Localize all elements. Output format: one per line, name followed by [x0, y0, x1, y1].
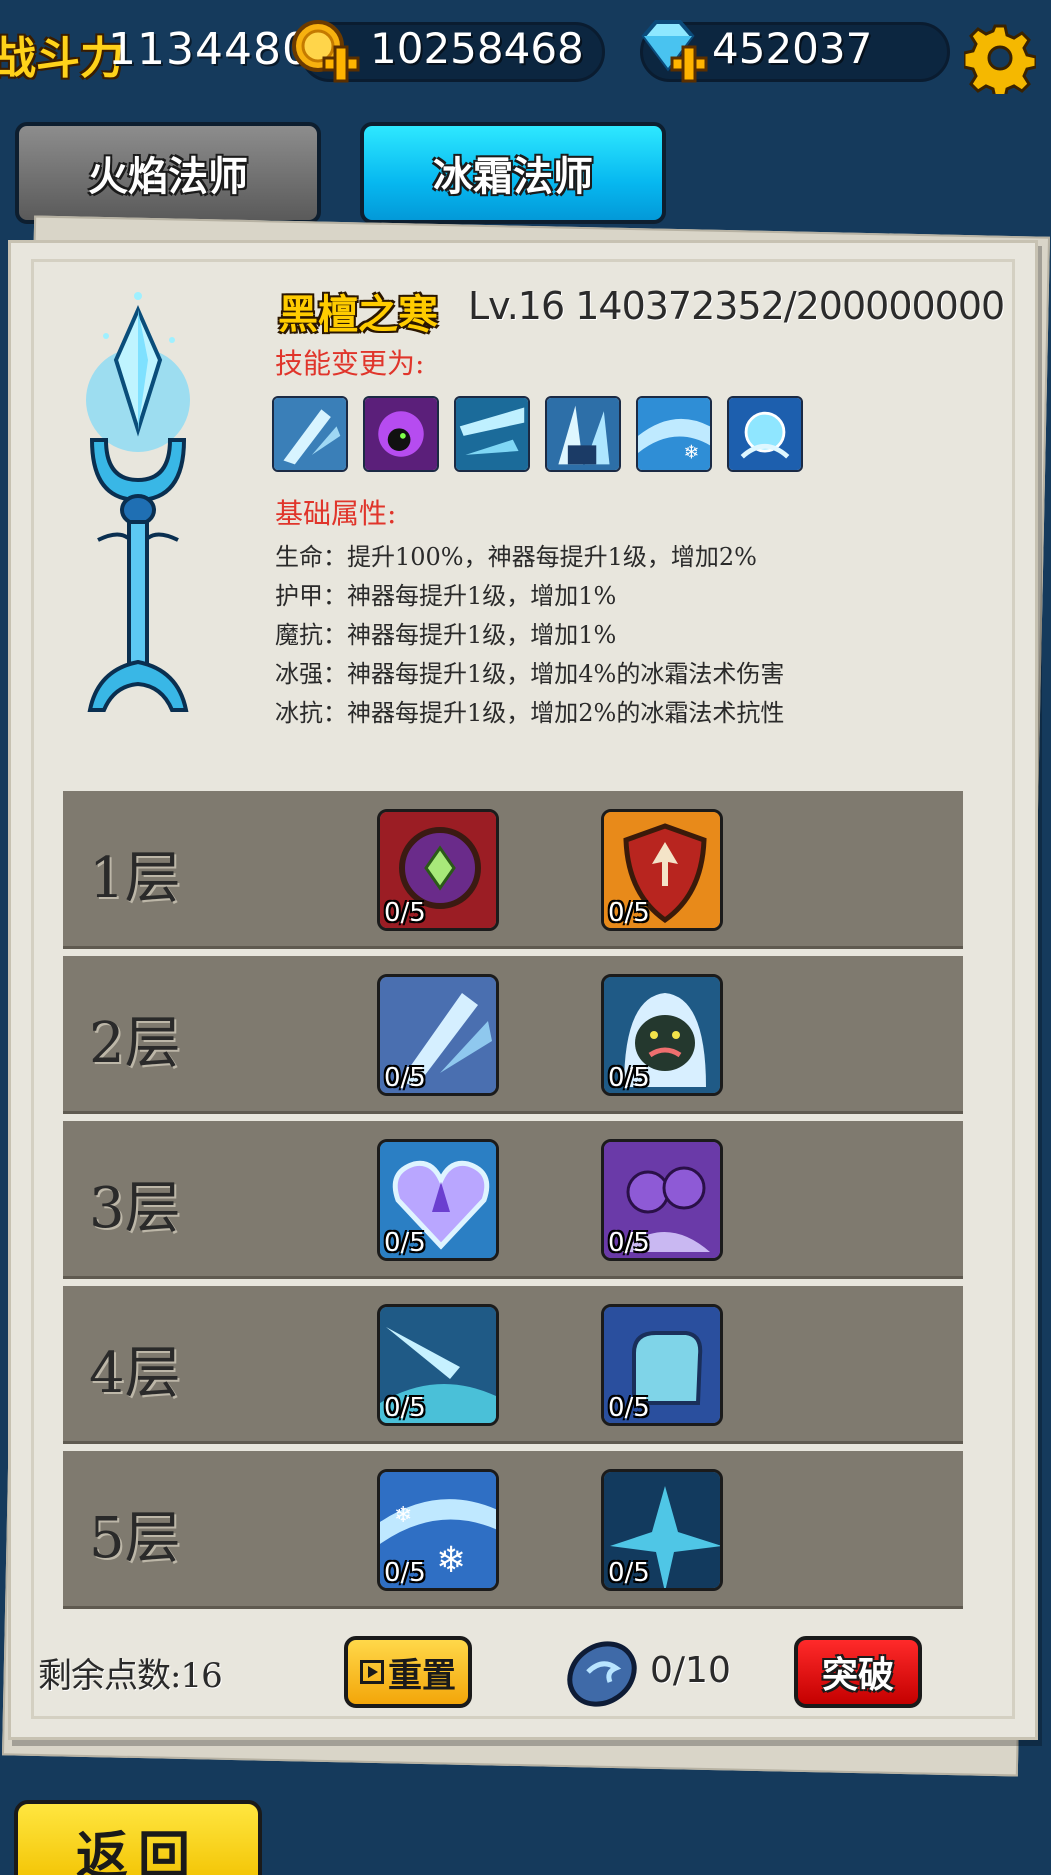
tab-frost-mage[interactable]: 冰霜法师 — [360, 122, 666, 224]
talent-node[interactable]: 0/5 — [601, 809, 723, 931]
blizzard-skill-icon[interactable]: ❄ — [636, 396, 712, 472]
ice-shard-skill-icon[interactable] — [272, 396, 348, 472]
ice-beam-skill-icon[interactable] — [454, 396, 530, 472]
video-ad-icon — [360, 1660, 384, 1684]
top-resource-bar: 战斗力 1134480 10258468 452037 — [0, 0, 1051, 110]
talent-node[interactable]: 0/5 — [377, 1304, 499, 1426]
talent-node[interactable]: 0/5 — [601, 1304, 723, 1426]
node-level-count: 0/5 — [384, 898, 426, 928]
attr-line-frost-resist: 冰抗：神器每提升1级，增加2%的冰霜法术抗性 — [275, 699, 785, 727]
talent-node[interactable]: 0/5 — [601, 1469, 723, 1591]
attribute-list: 生命：提升100%，神器每提升1级，增加2% 护甲：神器每提升1级，增加1% 魔… — [275, 538, 784, 733]
svg-text:❄: ❄ — [394, 1503, 412, 1528]
gold-coin-add-icon[interactable] — [288, 14, 364, 90]
breakthrough-stone-count: 0/10 — [650, 1650, 731, 1691]
tier-row-1: 1层 0/5 0/5 — [63, 791, 963, 949]
talent-node[interactable]: 0/5 — [377, 1139, 499, 1261]
artifact-name: 黑檀之寒 — [278, 291, 438, 338]
tier-label: 1层 — [89, 846, 181, 911]
frost-hand-skill-icon[interactable] — [545, 396, 621, 472]
svg-text:❄: ❄ — [683, 442, 699, 464]
attr-line-armor: 护甲：神器每提升1级，增加1% — [275, 582, 617, 610]
talent-node[interactable]: 0/5 — [601, 974, 723, 1096]
node-level-count: 0/5 — [384, 1063, 426, 1093]
frost-staff-icon — [86, 292, 190, 712]
breakthrough-stone-icon — [567, 1641, 637, 1707]
breakthrough-button[interactable]: 突破 — [794, 1636, 922, 1708]
artifact-level-exp: Lv.16 140372352/200000000 — [468, 284, 1005, 328]
node-level-count: 0/5 — [608, 1393, 650, 1423]
base-attr-title: 基础属性: — [275, 497, 397, 530]
tab-fire-mage[interactable]: 火焰法师 — [15, 122, 321, 224]
gold-value: 10258468 — [370, 24, 584, 73]
tier-row-2: 2层 0/5 0/5 — [63, 956, 963, 1114]
attr-line-hp: 生命：提升100%，神器每提升1级，增加2% — [275, 543, 757, 571]
node-level-count: 0/5 — [608, 1558, 650, 1588]
svg-text:❄: ❄ — [436, 1540, 466, 1581]
node-level-count: 0/5 — [384, 1228, 426, 1258]
talent-node[interactable]: ❄ ❄ 0/5 — [377, 1469, 499, 1591]
tier-label: 3层 — [89, 1176, 181, 1241]
node-level-count: 0/5 — [384, 1393, 426, 1423]
attr-line-magic-resist: 魔抗：神器每提升1级，增加1% — [275, 621, 617, 649]
node-level-count: 0/5 — [608, 1228, 650, 1258]
gem-value: 452037 — [712, 24, 873, 73]
node-level-count: 0/5 — [608, 898, 650, 928]
skill-icon-row: ❄ — [272, 396, 803, 472]
tier-label: 4层 — [89, 1341, 181, 1406]
settings-gear-icon[interactable] — [964, 22, 1036, 94]
talent-node[interactable]: 0/5 — [601, 1139, 723, 1261]
node-level-count: 0/5 — [384, 1558, 426, 1588]
frost-sphere-skill-icon[interactable] — [727, 396, 803, 472]
back-button[interactable]: 返回 — [14, 1800, 262, 1875]
attr-line-frost-power: 冰强：神器每提升1级，增加4%的冰霜法术伤害 — [275, 660, 785, 688]
combat-power-label: 战斗力 — [0, 33, 124, 84]
tier-label: 2层 — [89, 1011, 181, 1076]
node-level-count: 0/5 — [608, 1063, 650, 1093]
skill-change-title: 技能变更为: — [275, 347, 425, 380]
tier-row-5: 5层 ❄ ❄ 0/5 0/5 — [63, 1451, 963, 1609]
remaining-points: 剩余点数:16 — [38, 1656, 223, 1696]
combat-power-value: 1134480 — [108, 24, 311, 75]
diamond-add-icon[interactable] — [636, 14, 712, 90]
talent-node[interactable]: 0/5 — [377, 974, 499, 1096]
tier-row-4: 4层 0/5 0/5 — [63, 1286, 963, 1444]
tier-label: 5层 — [89, 1506, 181, 1571]
reset-button-label: 重置 — [388, 1655, 456, 1696]
tier-row-3: 3层 0/5 0/5 — [63, 1121, 963, 1279]
reset-button[interactable]: 重置 — [344, 1636, 472, 1708]
talent-node[interactable]: 0/5 — [377, 809, 499, 931]
shadow-orb-skill-icon[interactable] — [363, 396, 439, 472]
